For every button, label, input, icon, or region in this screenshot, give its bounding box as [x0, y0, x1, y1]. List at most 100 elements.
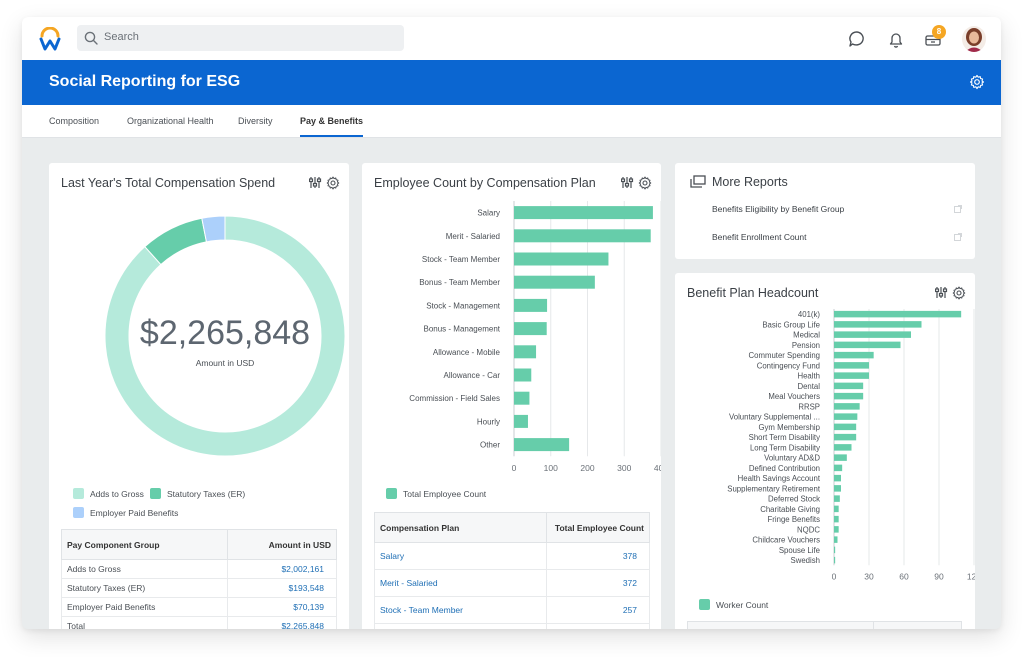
external-link-icon[interactable] — [954, 205, 962, 213]
count-link[interactable]: 378 — [546, 542, 650, 570]
legend-item-employer-paid-benefits[interactable]: Employer Paid Benefits — [73, 507, 178, 518]
tab-composition[interactable]: Composition — [49, 116, 99, 126]
bar[interactable] — [514, 206, 653, 220]
bar[interactable] — [834, 536, 838, 543]
gear-icon[interactable] — [969, 74, 985, 90]
report-link-benefit-enrollment[interactable]: Benefit Enrollment Count — [712, 232, 807, 242]
donut-slice-statutory-taxes-er[interactable] — [144, 217, 208, 266]
bell-icon[interactable] — [886, 29, 906, 49]
bar[interactable] — [834, 321, 922, 328]
bar[interactable] — [514, 252, 609, 266]
bar[interactable] — [834, 485, 841, 492]
avatar[interactable] — [962, 26, 986, 52]
report-link-benefits-eligibility[interactable]: Benefits Eligibility by Benefit Group — [712, 204, 844, 214]
page-banner: Social Reporting for ESG — [22, 60, 1001, 105]
bar[interactable] — [834, 382, 864, 390]
app-window: Search 8 Social Reporting for ESG Compos… — [22, 17, 1001, 629]
tab-pay-benefits[interactable]: Pay & Benefits — [300, 116, 364, 137]
bar[interactable] — [834, 403, 860, 410]
bar[interactable] — [834, 464, 843, 472]
legend-swatch — [73, 507, 84, 518]
bar[interactable] — [834, 454, 847, 461]
category-label: 401(k) — [798, 310, 821, 319]
bar[interactable] — [834, 526, 839, 533]
category-label: Childcare Vouchers — [752, 536, 820, 545]
benefit-headcount-card: Benefit Plan Headcount 0 30 60 90 120 401(k)B… — [675, 273, 975, 629]
more-reports-title: More Reports — [712, 175, 788, 189]
amount-link[interactable]: $2,002,161 — [227, 559, 337, 579]
category-label: Gym Membership — [758, 423, 820, 432]
bar[interactable] — [514, 345, 537, 359]
bar[interactable] — [514, 275, 595, 289]
bar[interactable] — [834, 341, 901, 349]
bar[interactable] — [834, 331, 911, 338]
filter-sliders-icon[interactable] — [309, 177, 322, 188]
category-label: Spouse Life — [779, 546, 820, 555]
table-cell — [546, 623, 650, 629]
card-actions — [309, 176, 340, 190]
tab-organizational-health[interactable]: Organizational Health — [127, 116, 214, 126]
bar[interactable] — [834, 423, 857, 431]
gear-icon[interactable] — [952, 286, 966, 300]
bar[interactable] — [834, 546, 836, 554]
column-header[interactable]: Total Employee Count — [546, 512, 650, 543]
bar[interactable] — [514, 229, 651, 243]
bar[interactable] — [514, 368, 532, 382]
top-bar: Search 8 — [22, 17, 1001, 60]
legend-item-total-employee-count[interactable]: Total Employee Count — [386, 488, 486, 499]
gear-icon[interactable] — [326, 176, 340, 190]
gear-icon[interactable] — [638, 176, 652, 190]
category-label: Bonus - Team Member — [419, 278, 500, 287]
bar[interactable] — [834, 474, 841, 482]
category-label: Hourly — [477, 417, 500, 426]
column-header[interactable]: Compensation Plan — [374, 512, 547, 543]
amount-link[interactable]: $193,548 — [227, 578, 337, 598]
legend-item-worker-count[interactable]: Worker Count — [699, 599, 768, 610]
bar[interactable] — [834, 444, 852, 451]
bar[interactable] — [834, 362, 869, 369]
category-label: Health Savings Account — [738, 474, 821, 483]
bar[interactable] — [834, 413, 858, 420]
tab-diversity[interactable]: Diversity — [238, 116, 273, 126]
plan-link[interactable]: Stock - Team Member — [374, 596, 547, 624]
bar[interactable] — [514, 322, 547, 336]
donut-slice-employer-paid-benefits[interactable] — [201, 215, 226, 243]
legend-item-adds-to-gross[interactable]: Adds to Gross — [73, 488, 144, 499]
category-label: Dental — [797, 382, 820, 391]
amount-link[interactable]: $70,139 — [227, 597, 337, 617]
legend-item-statutory-taxes[interactable]: Statutory Taxes (ER) — [150, 488, 245, 499]
x-tick-label: 30 — [864, 571, 874, 581]
search-input[interactable]: Search — [77, 25, 404, 51]
bar[interactable] — [834, 392, 864, 400]
column-header[interactable]: Pay Component Group — [61, 529, 228, 560]
bar[interactable] — [834, 351, 874, 359]
bar[interactable] — [834, 505, 839, 513]
plan-link[interactable]: Merit - Salaried — [374, 569, 547, 597]
category-label: Basic Group Life — [762, 320, 820, 329]
filter-sliders-icon[interactable] — [935, 287, 948, 298]
bar[interactable] — [514, 298, 548, 312]
bar[interactable] — [834, 372, 869, 379]
bar[interactable] — [834, 495, 840, 502]
category-label: Fringe Benefits — [768, 515, 821, 524]
compensation-plan-bar-chart: 0 100 200 300 400 Salary Merit - Salaried Stock… — [409, 201, 661, 473]
bar[interactable] — [514, 438, 570, 452]
category-label: Medical — [793, 331, 820, 340]
bar[interactable] — [514, 414, 528, 428]
count-link[interactable]: 257 — [546, 596, 650, 624]
bar[interactable] — [514, 391, 530, 405]
column-header[interactable]: Amount in USD — [227, 529, 337, 560]
chat-icon[interactable] — [847, 29, 867, 49]
bar[interactable] — [834, 515, 839, 523]
count-link[interactable]: 372 — [546, 569, 650, 597]
bar[interactable] — [834, 556, 836, 564]
amount-link[interactable]: $2,265,848 — [227, 616, 337, 629]
x-tick-label: 400 — [654, 463, 661, 473]
bar[interactable] — [834, 310, 962, 318]
plan-link[interactable]: Salary — [374, 542, 547, 570]
category-label: Stock - Team Member — [422, 255, 500, 264]
filter-sliders-icon[interactable] — [621, 177, 634, 188]
bar[interactable] — [834, 433, 857, 441]
workday-logo-icon[interactable] — [39, 27, 61, 51]
external-link-icon[interactable] — [954, 233, 962, 241]
